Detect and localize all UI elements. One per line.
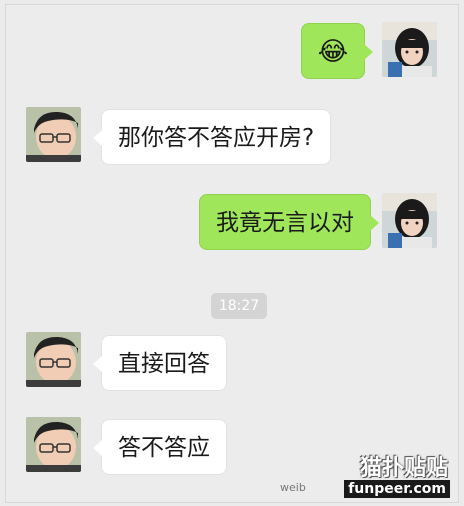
watermark-site-text: funpeer.com <box>344 480 450 498</box>
message-text: 那你答不答应开房? <box>118 125 315 151</box>
avatar-contact[interactable] <box>26 332 81 387</box>
watermark-weibo-text: weib <box>280 481 306 494</box>
message-text: 直接回答 <box>118 351 210 377</box>
message-bubble-outgoing[interactable]: 我竟无言以对 <box>199 194 379 250</box>
avatar-contact[interactable] <box>26 417 81 472</box>
tears-of-joy-emoji: 😂 <box>317 37 349 67</box>
watermark-logo-text: 猫扑贴贴 <box>359 456 448 481</box>
message-text: 答不答应 <box>118 435 210 461</box>
site-watermark: 猫扑贴贴 weib funpeer.com <box>280 444 450 498</box>
message-bubble-incoming[interactable]: 答不答应 <box>93 419 227 475</box>
avatar-self[interactable] <box>382 22 437 77</box>
avatar-girl-image <box>382 193 437 248</box>
message-bubble-incoming[interactable]: 直接回答 <box>93 335 227 391</box>
avatar-boy-image <box>26 107 81 162</box>
avatar-boy-image <box>26 332 81 387</box>
avatar-self[interactable] <box>382 193 437 248</box>
avatar-contact[interactable] <box>26 107 81 162</box>
message-text: 我竟无言以对 <box>216 210 354 236</box>
message-bubble-incoming[interactable]: 那你答不答应开房? <box>92 109 332 165</box>
chat-area: 😂 那你答不答应开房? 我竟无言以对 18:27 直接回答 答不答应 猫扑贴贴 … <box>5 4 459 503</box>
avatar-boy-image <box>26 417 81 472</box>
timestamp-badge: 18:27 <box>211 293 267 319</box>
avatar-girl-image <box>382 22 437 77</box>
message-bubble-outgoing[interactable]: 😂 <box>301 23 373 79</box>
